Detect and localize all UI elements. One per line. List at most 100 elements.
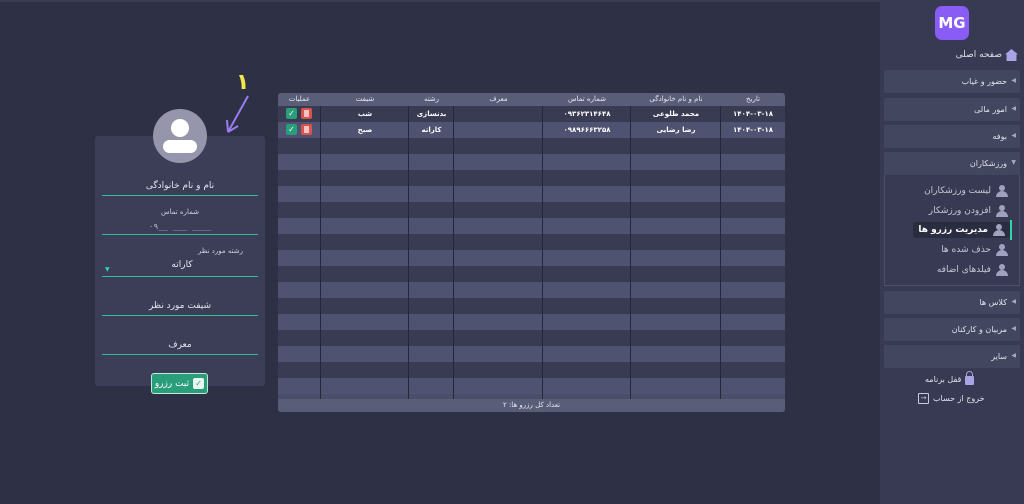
- sidebar-home-link[interactable]: صفحه اصلی: [940, 47, 1018, 63]
- cell-date: ۱۴۰۴-۰۳-۱۸: [733, 110, 773, 118]
- users-icon: [996, 185, 1010, 197]
- col-field-header: رشته: [423, 95, 440, 103]
- delete-icon[interactable]: [301, 108, 312, 119]
- full-name-input[interactable]: نام و نام خانوادگی: [102, 181, 258, 191]
- phone-input[interactable]: ۰۹__ ___ ____: [102, 222, 258, 231]
- field-select-label: رشته مورد نظر: [198, 247, 243, 255]
- cell-phone: ۰۹۳۶۲۳۱۴۶۴۸: [563, 110, 611, 118]
- field-select-underline: [102, 276, 258, 277]
- sidebar-item-attendance[interactable]: حضور و غیاب ◀: [884, 70, 1020, 93]
- cell-field: بدنسازی: [416, 110, 447, 118]
- user-add-icon: [996, 205, 1010, 217]
- submenu-item-deleted[interactable]: حذف شده ها: [941, 242, 1010, 258]
- sidebar-item-label: ورزشکاران: [969, 159, 1007, 168]
- table-row-empty: [278, 234, 785, 250]
- table-row-empty: [278, 298, 785, 314]
- cell-referrer: [454, 106, 543, 122]
- table-row-empty: [278, 250, 785, 266]
- logout-link[interactable]: → خروج از حساب: [918, 391, 985, 405]
- table-row-empty: [278, 346, 785, 362]
- submenu-item-manage-reservations[interactable]: مدیریت رزرو ها: [913, 222, 1010, 238]
- phone-label: شماره تماس: [161, 208, 199, 216]
- sidebar-item-staff[interactable]: مربیان و کارکنان ◀: [884, 318, 1020, 341]
- column-divider: [408, 106, 409, 399]
- referrer-input[interactable]: معرف: [102, 340, 258, 350]
- sidebar-item-label: امور مالی: [974, 105, 1007, 114]
- confirm-icon[interactable]: ✓: [286, 124, 297, 135]
- table-row-empty: [278, 378, 785, 394]
- full-name-underline: [102, 195, 258, 196]
- column-divider: [630, 106, 631, 399]
- table-row-empty: [278, 266, 785, 282]
- submit-label: ثبت رزرو: [154, 378, 190, 389]
- avatar: [153, 109, 207, 163]
- lock-app-link[interactable]: قفل برنامه: [925, 371, 975, 386]
- cell-phone: ۰۹۸۹۶۶۶۳۲۵۸: [563, 126, 611, 134]
- phone-underline: [102, 234, 258, 235]
- col-date-header: تاریخ: [746, 95, 760, 103]
- user-remove-icon: [996, 244, 1010, 256]
- home-icon: [1005, 49, 1018, 61]
- referrer-underline: [102, 354, 258, 355]
- column-divider: [453, 106, 454, 399]
- cell-field: کاراته: [421, 126, 442, 134]
- sidebar-item-label: مربیان و کارکنان: [951, 325, 1007, 334]
- delete-icon[interactable]: [301, 124, 312, 135]
- submenu-label: حذف شده ها: [941, 245, 991, 255]
- table-row-empty: [278, 138, 785, 154]
- chevron-left-icon: ◀: [1011, 105, 1016, 112]
- check-icon: ✓: [193, 378, 205, 389]
- table-row-empty: [278, 170, 785, 186]
- user-fields-icon: [996, 264, 1010, 276]
- submenu-item-athlete-list[interactable]: لیست ورزشکاران: [924, 183, 1010, 199]
- table-row-empty: [278, 154, 785, 170]
- logout-icon: →: [918, 392, 929, 404]
- sidebar-item-label: کلاس ها: [979, 298, 1007, 307]
- table-row-empty: [278, 362, 785, 378]
- submenu-label: فیلدهای اضافه: [936, 265, 991, 275]
- top-divider: [0, 0, 880, 2]
- chevron-left-icon: ◀: [1011, 132, 1016, 139]
- col-actions-header: عملیات: [288, 95, 311, 103]
- cell-date: ۱۴۰۴-۰۳-۱۸: [733, 126, 773, 134]
- shift-input[interactable]: شیفت مورد نظر: [102, 301, 258, 311]
- sidebar-item-classes[interactable]: کلاس ها ◀: [884, 291, 1020, 314]
- table-row-empty: [278, 282, 785, 298]
- total-label: تعداد کل رزرو ها:: [508, 401, 561, 409]
- submenu-label: مدیریت رزرو ها: [918, 225, 988, 235]
- field-select[interactable]: کاراته: [112, 260, 252, 270]
- cell-shift: صبح: [357, 126, 373, 134]
- confirm-icon[interactable]: ✓: [286, 108, 297, 119]
- sidebar-item-label: حضور و غیاب: [961, 77, 1007, 86]
- table-row-empty: [278, 330, 785, 346]
- column-divider: [320, 106, 321, 399]
- column-divider: [720, 106, 721, 399]
- col-name-header: نام و نام خانوادگی: [649, 95, 703, 103]
- cell-referrer: [454, 122, 543, 138]
- annotation-number: ۱: [236, 70, 250, 95]
- chevron-left-icon: ◀: [1011, 325, 1016, 332]
- lock-label: قفل برنامه: [925, 374, 962, 384]
- table-header: تاریخ نام و نام خانوادگی شماره تماس معرف…: [278, 93, 785, 106]
- table-row-empty: [278, 202, 785, 218]
- dropdown-caret-icon[interactable]: ▼: [105, 266, 110, 273]
- col-shift-header: شیفت: [355, 95, 375, 103]
- submenu-label: لیست ورزشکاران: [924, 186, 991, 196]
- submit-reservation-button[interactable]: ثبت رزرو ✓: [151, 373, 208, 394]
- table-row-empty: [278, 186, 785, 202]
- sidebar-item-finance[interactable]: امور مالی ◀: [884, 98, 1020, 121]
- cell-name: رضا رضایی: [656, 126, 696, 134]
- submenu-item-extra-fields[interactable]: فیلدهای اضافه: [937, 262, 1010, 278]
- cell-name: محمد طلوعی: [652, 110, 700, 118]
- chevron-left-icon: ◀: [1011, 298, 1016, 305]
- table-row-empty: [278, 218, 785, 234]
- sidebar-item-athletes[interactable]: ورزشکاران ▼: [884, 152, 1020, 175]
- sidebar-item-other[interactable]: سایر ◀: [884, 345, 1020, 368]
- table-row-empty: [278, 314, 785, 330]
- submenu-item-add-athlete[interactable]: افزودن ورزشکار: [929, 203, 1010, 219]
- col-phone-header: شماره تماس: [568, 95, 606, 103]
- sidebar-item-buffet[interactable]: بوفه ◀: [884, 125, 1020, 148]
- active-indicator: [1010, 220, 1012, 240]
- table-row[interactable]: ۱۴۰۴-۰۳-۱۸ رضا رضایی ۰۹۸۹۶۶۶۳۲۵۸ کاراته …: [278, 122, 785, 138]
- table-row[interactable]: ۱۴۰۴-۰۳-۱۸ محمد طلوعی ۰۹۳۶۲۳۱۴۶۴۸ بدنساز…: [278, 106, 785, 122]
